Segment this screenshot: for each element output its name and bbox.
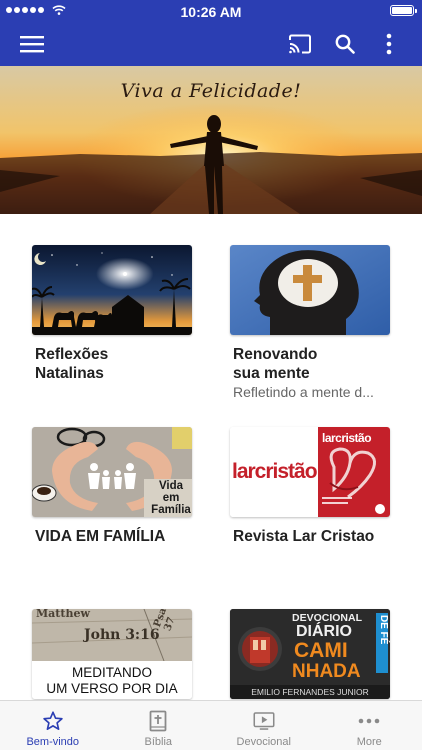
battery-icon [390, 5, 417, 16]
tab-label: Bíblia [144, 736, 173, 748]
cover-author: EMILIO FERNANDES JUNIOR [251, 687, 369, 697]
tab-devocional[interactable]: Devocional [211, 701, 317, 750]
search-icon [335, 34, 355, 54]
card-thumbnail [230, 245, 390, 335]
tab-label: More [356, 736, 382, 748]
card-thumbnail: John 3:16 Matthew Psalms 37 MEDITANDO UM… [32, 609, 192, 699]
card-thumbnail: Vida em Família [32, 427, 192, 517]
card-title: Renovando sua mente [233, 346, 318, 382]
content-grid: Reflexões Natalinas Renovando sua mente … [0, 214, 422, 700]
tab-label: Bem-vindo [26, 736, 80, 748]
tab-more[interactable]: More [317, 701, 422, 750]
thumbnail-caption-line-2: UM VERSO POR DIA [46, 681, 178, 696]
cover-line-4: NHADA [292, 661, 361, 682]
cover-side-text: DE FÉ [378, 615, 389, 645]
thumbnail-caption: Vida em Família [151, 480, 191, 516]
card-thumbnail: larcristão larcristão [230, 427, 390, 517]
cover-line-3: CAMI [294, 639, 348, 662]
hamburger-menu-icon [20, 36, 44, 53]
card-title: Reflexões Natalinas [35, 346, 109, 382]
menu-button[interactable] [16, 28, 48, 60]
card-title: VIDA EM FAMÍLIA [35, 528, 166, 545]
card-thumbnail: DEVOCIONAL DIÁRIO CAMI NHADA DE FÉ EMILI… [230, 609, 390, 699]
hero-title: Viva a Felicidade! [120, 80, 302, 102]
magazine-logo: larcristão [232, 460, 318, 483]
verse-text-1: John 3:16 [84, 627, 160, 643]
more-dots-icon [358, 718, 380, 724]
card-devocional-caminhada[interactable]: DEVOCIONAL DIÁRIO CAMI NHADA DE FÉ EMILI… [230, 609, 390, 700]
card-vida-em-familia[interactable]: Vida em Família VIDA EM FAMÍLIA [32, 427, 192, 546]
cast-icon [289, 34, 311, 54]
more-vertical-icon [386, 33, 392, 55]
star-icon [43, 711, 63, 730]
tab-biblia[interactable]: Bíblia [106, 701, 212, 750]
cast-button[interactable] [284, 28, 316, 60]
card-meditando-um-verso[interactable]: John 3:16 Matthew Psalms 37 MEDITANDO UM… [32, 609, 192, 700]
status-bar: 10:26 AM [0, 0, 422, 22]
head-silhouette-cross-image [230, 245, 390, 335]
app-bar [0, 22, 422, 66]
tab-bem-vindo[interactable]: Bem-vindo [0, 701, 106, 750]
video-icon [253, 712, 275, 730]
verse-text-2: Matthew [36, 609, 90, 620]
hero-banner[interactable]: Viva a Felicidade! [0, 66, 422, 214]
card-renovando-sua-mente[interactable]: Renovando sua mente Refletindo a mente d… [230, 245, 390, 402]
overflow-menu-button[interactable] [373, 28, 405, 60]
bible-icon [149, 710, 167, 732]
card-thumbnail [32, 245, 192, 335]
card-revista-lar-cristao[interactable]: larcristão larcristão Revista Lar Crista… [230, 427, 390, 546]
nativity-scene-image [32, 245, 192, 335]
tab-label: Devocional [236, 736, 291, 748]
magazine-cover-logo: larcristão [322, 431, 372, 445]
search-button[interactable] [329, 28, 361, 60]
card-subtitle: Refletindo a mente d... [233, 384, 374, 400]
card-title: Revista Lar Cristao [233, 528, 375, 545]
thumbnail-caption-line-1: MEDITANDO [72, 665, 152, 680]
bottom-tab-bar: Bem-vindo Bíblia Devocional More [0, 700, 422, 750]
status-time: 10:26 AM [180, 4, 242, 20]
card-reflexoes-natalinas[interactable]: Reflexões Natalinas [32, 245, 192, 383]
